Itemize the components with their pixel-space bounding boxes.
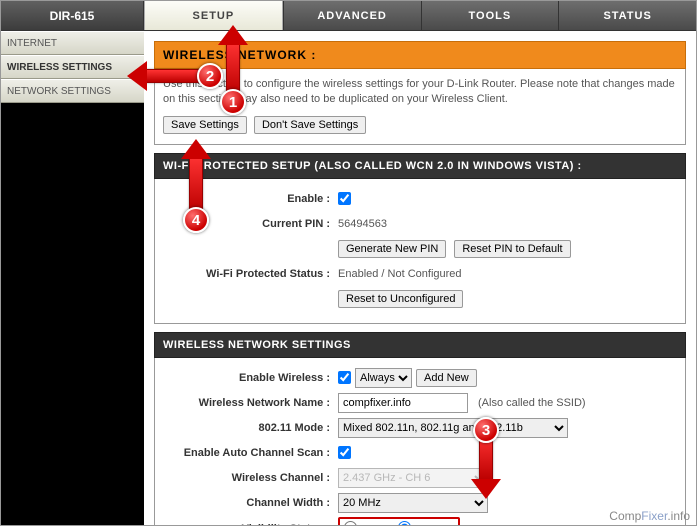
wps-enable-checkbox[interactable] (338, 192, 351, 205)
save-settings-button[interactable]: Save Settings (163, 116, 247, 134)
wps-pin-value: 56494563 (338, 218, 387, 230)
intro-text: Use this section to configure the wirele… (163, 77, 677, 108)
reset-pin-default-button[interactable]: Reset PIN to Default (454, 240, 570, 258)
sidebar-item-internet[interactable]: INTERNET (1, 31, 144, 55)
wns-enable-label: Enable Wireless : (163, 372, 338, 384)
panel-heading-wireless-network: WIRELESS NETWORK : (154, 41, 686, 69)
wns-add-new-button[interactable]: Add New (416, 369, 477, 387)
tab-status[interactable]: STATUS (558, 1, 696, 30)
wns-visibility-label: Visibility Status : (163, 523, 338, 525)
visibility-invisible-option[interactable]: Invisible (398, 521, 454, 525)
tab-tools[interactable]: TOOLS (421, 1, 559, 30)
tab-setup[interactable]: SETUP (144, 1, 283, 30)
wps-status-value: Enabled / Not Configured (338, 268, 462, 280)
wns-width-select[interactable]: 20 MHz (338, 493, 488, 513)
tab-advanced[interactable]: ADVANCED (283, 1, 421, 30)
wns-ssid-label: Wireless Network Name : (163, 397, 338, 409)
reset-unconfigured-button[interactable]: Reset to Unconfigured (338, 290, 463, 308)
wns-width-label: Channel Width : (163, 497, 338, 509)
wns-mode-select[interactable]: Mixed 802.11n, 802.11g and 802.11b (338, 418, 568, 438)
wns-ssid-input[interactable] (338, 393, 468, 413)
section-body-wps: Enable : Current PIN : 56494563 Generate… (154, 179, 686, 324)
visibility-visible-option[interactable]: Visible (344, 521, 392, 525)
wps-pin-label: Current PIN : (163, 218, 338, 230)
wns-autochan-label: Enable Auto Channel Scan : (163, 447, 338, 459)
wns-autochan-checkbox[interactable] (338, 446, 351, 459)
sidebar: INTERNET WIRELESS SETTINGS NETWORK SETTI… (1, 31, 144, 525)
panel-body-intro: Use this section to configure the wirele… (154, 69, 686, 145)
wns-ssid-hint: (Also called the SSID) (478, 397, 586, 409)
wns-enable-checkbox[interactable] (338, 371, 351, 384)
wps-status-label: Wi-Fi Protected Status : (163, 268, 338, 280)
wns-mode-label: 802.11 Mode : (163, 422, 338, 434)
sidebar-item-wireless-settings[interactable]: WIRELESS SETTINGS (1, 55, 144, 79)
dont-save-settings-button[interactable]: Don't Save Settings (254, 116, 366, 134)
watermark: CompFixer.info (609, 509, 690, 523)
visibility-highlight-box: Visible Invisible (338, 517, 460, 525)
section-heading-wps: WI-FI PROTECTED SETUP (ALSO CALLED WCN 2… (154, 153, 686, 179)
sidebar-item-network-settings[interactable]: NETWORK SETTINGS (1, 79, 144, 103)
section-heading-wns: WIRELESS NETWORK SETTINGS (154, 332, 686, 358)
main-content: WIRELESS NETWORK : Use this section to c… (144, 31, 696, 525)
wns-enable-select[interactable]: Always (355, 368, 412, 388)
model-label: DIR-615 (1, 1, 144, 30)
wns-channel-label: Wireless Channel : (163, 472, 338, 484)
wns-channel-select[interactable]: 2.437 GHz - CH 6 (338, 468, 488, 488)
generate-new-pin-button[interactable]: Generate New PIN (338, 240, 446, 258)
section-body-wns: Enable Wireless : Always Add New Wireles… (154, 358, 686, 525)
wps-enable-label: Enable : (163, 193, 338, 205)
